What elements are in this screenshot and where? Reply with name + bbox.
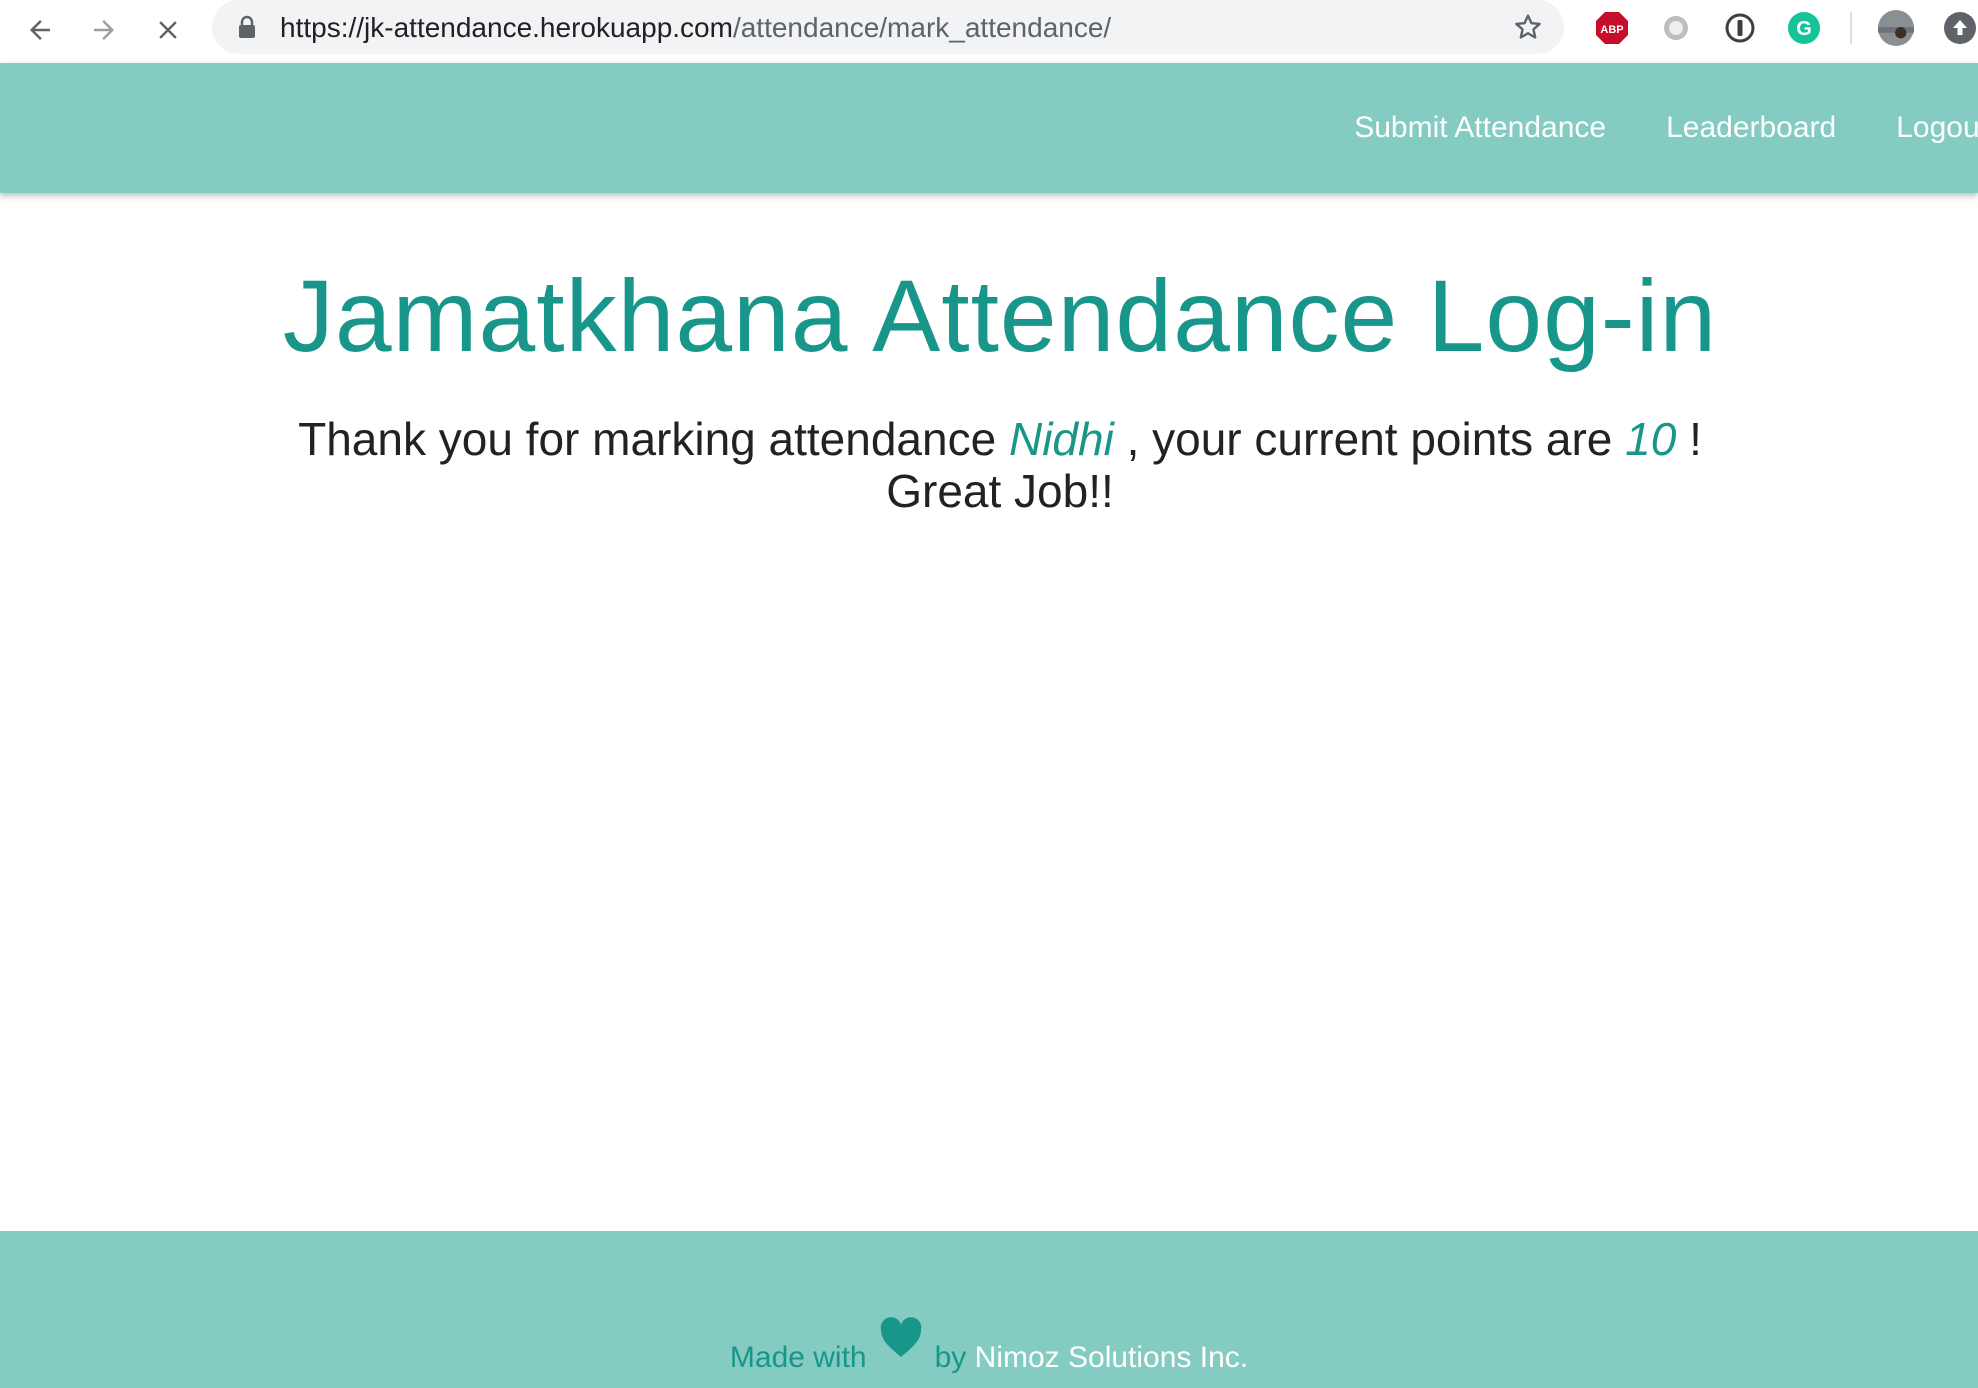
avatar-image <box>1878 10 1914 46</box>
nav-logout[interactable]: Logout <box>1896 111 1978 145</box>
user-name: Nidhi <box>1008 413 1114 465</box>
page-title: Jamatkhana Attendance Log-in <box>282 259 1718 373</box>
lock-icon <box>239 15 255 38</box>
abp-octagon: ABP <box>1596 12 1628 44</box>
grammarly-glyph: G <box>1788 12 1820 44</box>
nav-submit-attendance[interactable]: Submit Attendance <box>1354 111 1606 145</box>
circle-extension-icon[interactable] <box>1658 10 1694 46</box>
footer-company[interactable]: Nimoz Solutions Inc. <box>975 1341 1248 1374</box>
url-path: /attendance/mark_attendance/ <box>732 12 1112 43</box>
update-icon[interactable] <box>1942 10 1978 46</box>
main-content: Jamatkhana Attendance Log-in Thank you f… <box>0 193 1978 1233</box>
profile-avatar[interactable] <box>1878 10 1914 46</box>
footer-credit: Made with by Nimoz Solutions Inc. <box>0 1317 1978 1375</box>
message-line-2: Great Job!! <box>886 465 1114 517</box>
arrow-left-icon <box>30 20 50 40</box>
toolbar-divider <box>1850 12 1852 44</box>
password-manager-icon[interactable] <box>1722 10 1758 46</box>
main-nav: Submit Attendance Leaderboard Logout <box>1354 63 1978 193</box>
message-middle: , your current points are <box>1126 413 1613 465</box>
back-button[interactable] <box>16 6 64 54</box>
address-bar[interactable]: https://jk-attendance.herokuapp.com/atte… <box>212 0 1564 54</box>
stop-loading-button[interactable] <box>144 6 192 54</box>
footer-by: by <box>934 1341 967 1374</box>
bookmark-star-icon[interactable] <box>1512 11 1544 43</box>
site-footer: Made with by Nimoz Solutions Inc. <box>0 1231 1978 1388</box>
footer-made-with: Made with <box>729 1341 867 1374</box>
url-host: https://jk-attendance.herokuapp.com <box>280 12 733 43</box>
close-icon <box>159 21 177 39</box>
message-line-1: Thank you for marking attendance Nidhi ,… <box>0 413 1978 465</box>
forward-button[interactable] <box>80 6 128 54</box>
url-text: https://jk-attendance.herokuapp.com/atte… <box>280 12 1111 44</box>
arrow-right-icon <box>94 20 114 40</box>
confirmation-message: Thank you for marking attendance Nidhi ,… <box>0 413 1978 517</box>
points-value: 10 <box>1625 413 1677 465</box>
site-header: Submit Attendance Leaderboard Logout <box>0 63 1978 193</box>
circle-extension-glyph <box>1664 16 1688 40</box>
message-suffix: ! <box>1689 413 1702 465</box>
grammarly-label: G <box>1796 18 1812 40</box>
browser-toolbar: https://jk-attendance.herokuapp.com/atte… <box>0 0 1978 63</box>
grammarly-icon[interactable]: G <box>1786 10 1822 46</box>
heart-icon <box>880 1317 921 1357</box>
nav-leaderboard[interactable]: Leaderboard <box>1666 111 1836 145</box>
message-prefix: Thank you for marking attendance <box>298 413 997 465</box>
abp-label: ABP <box>1600 24 1623 36</box>
password-manager-glyph <box>1725 13 1755 43</box>
upload-arrow-icon <box>1944 12 1976 44</box>
abp-icon[interactable]: ABP <box>1594 10 1630 46</box>
